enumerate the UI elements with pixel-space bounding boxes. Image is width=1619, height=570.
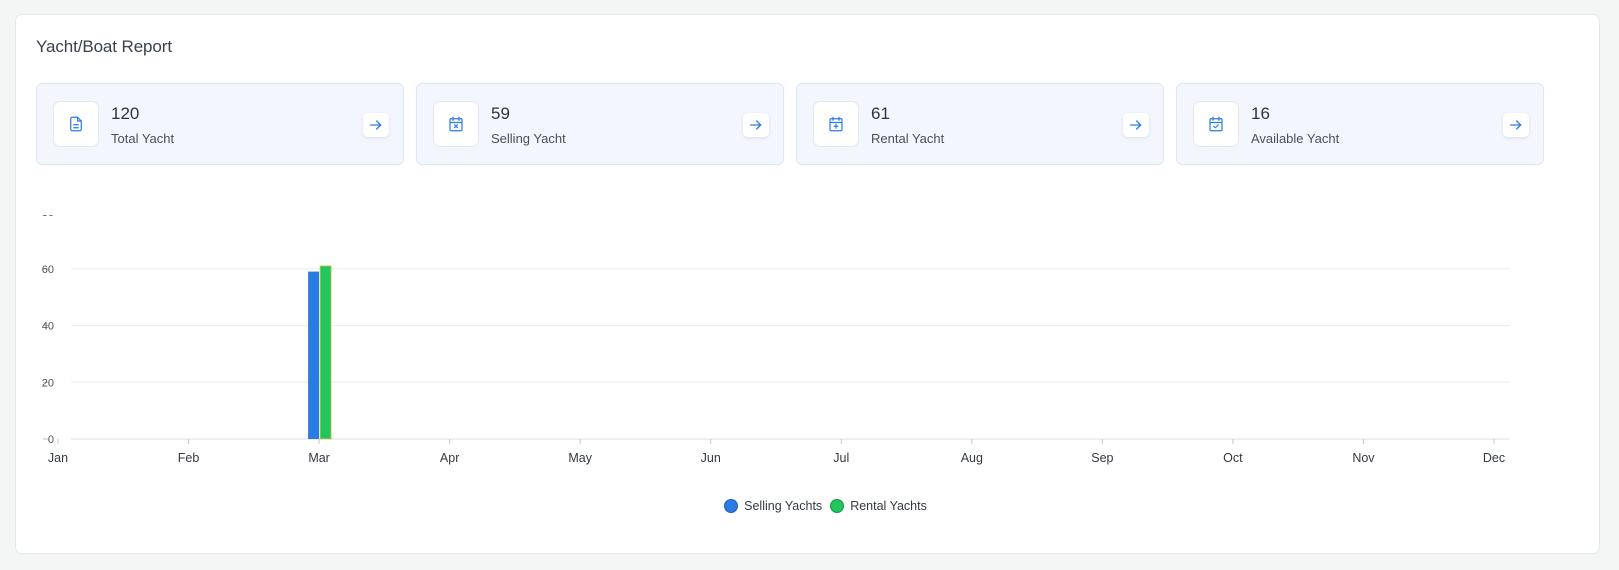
stat-label: Rental Yacht <box>871 131 945 146</box>
x-tick-label: May <box>568 451 592 465</box>
legend-label: Selling Yachts <box>744 499 823 513</box>
y-tick-label: 20 <box>42 377 54 389</box>
x-tick-label: Apr <box>440 451 459 465</box>
stat-label: Available Yacht <box>1251 131 1340 146</box>
bar-chart: 0 20 40 60 80 Jan Feb Mar Apr May Jun Jul Aug Sep Oct N… <box>42 215 1510 465</box>
stat-value: 16 <box>1251 104 1270 123</box>
legend-label: Rental Yachts <box>850 499 927 513</box>
x-tick-label: Dec <box>1483 451 1505 465</box>
y-tick-label: 0 <box>48 434 54 446</box>
report-title: Yacht/Boat Report <box>36 37 172 56</box>
report-card: Yacht/Boat Report 120 Total Yacht 59 Sel… <box>15 14 1600 554</box>
x-tick-label: Feb <box>178 451 200 465</box>
arrow-right-icon[interactable] <box>1503 113 1529 137</box>
stat-label: Total Yacht <box>111 131 175 146</box>
legend-swatch <box>830 499 845 513</box>
y-tick-label: 80 <box>42 215 54 219</box>
calendar-plus-icon <box>813 101 859 147</box>
x-tick-label: Jun <box>701 451 721 465</box>
document-icon <box>53 101 99 147</box>
stat-label: Selling Yacht <box>491 131 566 146</box>
y-tick-label: 40 <box>42 321 54 333</box>
chart-legend: Selling Yachts Rental Yachts <box>16 499 1619 513</box>
arrow-right-icon[interactable] <box>363 113 389 137</box>
x-tick-label: Jul <box>833 451 849 465</box>
stats-row: 120 Total Yacht 59 Selling Yacht 61 Rent… <box>36 83 1581 165</box>
x-tick-label: Aug <box>961 451 983 465</box>
legend-item[interactable]: Rental Yachts <box>830 499 927 513</box>
legend-item[interactable]: Selling Yachts <box>724 499 822 513</box>
legend-swatch <box>724 499 739 513</box>
stat-card-rental-yacht[interactable]: 61 Rental Yacht <box>796 83 1164 165</box>
stat-value: 61 <box>871 104 890 123</box>
x-tick-label: Mar <box>308 451 330 465</box>
x-tick-label: Nov <box>1352 451 1375 465</box>
stat-value: 59 <box>491 104 510 123</box>
stat-card-total-yacht[interactable]: 120 Total Yacht <box>36 83 404 165</box>
stat-value: 120 <box>111 104 140 123</box>
calendar-check-icon <box>1193 101 1239 147</box>
x-tick-label: Jan <box>48 451 68 465</box>
bar-selling-yachts <box>308 271 320 439</box>
bar-rental-yachts <box>319 265 332 440</box>
arrow-right-icon[interactable] <box>743 113 769 137</box>
stat-card-available-yacht[interactable]: 16 Available Yacht <box>1176 83 1544 165</box>
calendar-x-icon <box>433 101 479 147</box>
stat-card-selling-yacht[interactable]: 59 Selling Yacht <box>416 83 784 165</box>
y-tick-label: 60 <box>42 264 54 276</box>
x-tick-label: Sep <box>1091 451 1113 465</box>
x-tick-label: Oct <box>1223 451 1243 465</box>
arrow-right-icon[interactable] <box>1123 113 1149 137</box>
